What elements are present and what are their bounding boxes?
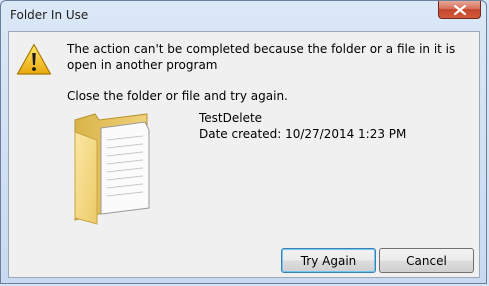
title-bar[interactable]: Folder In Use: [1, 1, 486, 31]
file-name: TestDelete: [199, 111, 263, 125]
close-button[interactable]: [438, 1, 481, 19]
dialog-content: The action can't be completed because th…: [8, 31, 480, 278]
warning-icon: [16, 43, 52, 75]
file-date-created: Date created: 10/27/2014 1:23 PM: [199, 127, 407, 141]
dialog-window: Folder In Use The action can't be comple…: [0, 0, 487, 284]
folder-icon: [74, 113, 150, 225]
primary-message: The action can't be completed because th…: [67, 42, 456, 72]
secondary-message: Close the folder or file and try again.: [67, 89, 288, 103]
window-title: Folder In Use: [10, 8, 89, 22]
try-again-button[interactable]: Try Again: [281, 248, 376, 273]
cancel-button[interactable]: Cancel: [379, 248, 474, 273]
close-icon: [454, 5, 466, 15]
